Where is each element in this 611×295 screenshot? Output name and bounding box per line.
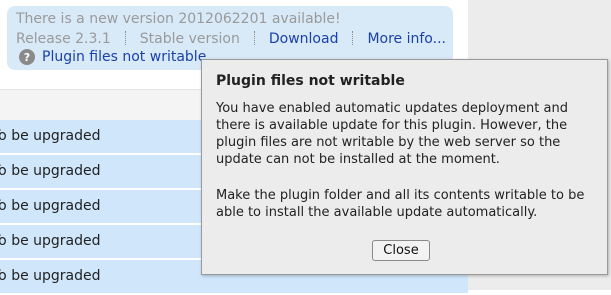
stability-label: Stable version (139, 31, 240, 47)
separator (253, 31, 255, 45)
not-writable-link[interactable]: Plugin files not writable (42, 49, 206, 65)
close-button[interactable]: Close (372, 240, 430, 261)
update-meta: Release 2.3.1 Stable version Download More … (16, 31, 446, 47)
popup-title: Plugin files not writable (216, 73, 405, 89)
row-status: To be upgraded (0, 268, 101, 284)
not-writable-warning[interactable]: ? Plugin files not writable (19, 49, 206, 65)
row-status: To be upgraded (0, 128, 101, 144)
separator (352, 31, 354, 45)
row-status: To be upgraded (0, 163, 101, 179)
popup-description: You have enabled automatic updates deplo… (216, 101, 568, 167)
help-icon[interactable]: ? (19, 49, 35, 65)
update-title: There is a new version 2012062201 availa… (16, 11, 341, 27)
more-info-link[interactable]: More info... (367, 31, 446, 47)
popup-instruction: Make the plugin folder and all its conte… (216, 188, 585, 220)
separator (124, 31, 126, 45)
row-status: To be upgraded (0, 233, 101, 249)
row-status: To be upgraded (0, 198, 101, 214)
release-version: Release 2.3.1 (16, 31, 111, 47)
download-link[interactable]: Download (269, 31, 339, 47)
info-popup: Plugin files not writable You have enabl… (201, 59, 608, 275)
